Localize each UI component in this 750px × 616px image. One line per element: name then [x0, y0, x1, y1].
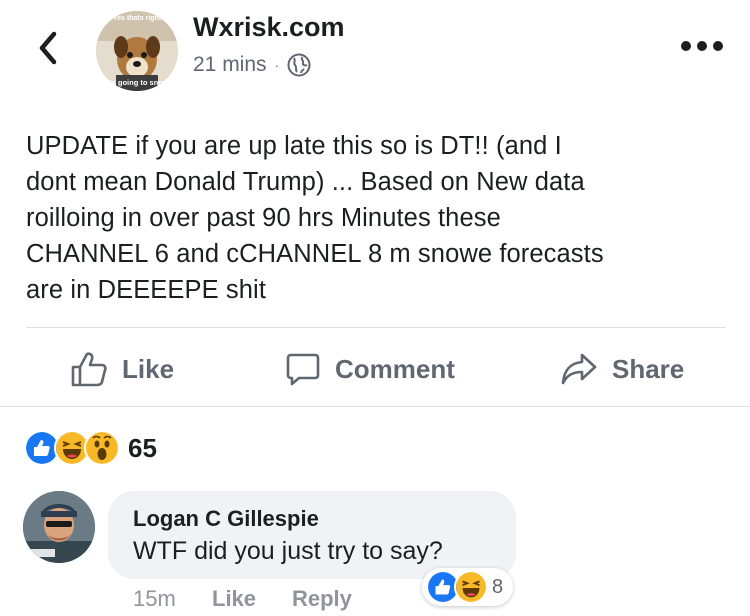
globe-icon — [287, 53, 311, 77]
svg-text:It's going to snow: It's going to snow — [105, 78, 169, 87]
comment-reaction-count: 8 — [492, 575, 504, 598]
comment-label: Comment — [335, 353, 455, 384]
reactions-summary[interactable]: 65 — [24, 430, 157, 466]
share-arrow-icon — [561, 353, 597, 385]
meta-separator: · — [274, 57, 280, 73]
comment-author[interactable]: Logan C Gillespie — [133, 506, 319, 532]
post-text: UPDATE if you are up late this so is DT!… — [26, 132, 604, 304]
post-meta: 21 mins · — [193, 53, 311, 77]
back-button[interactable] — [34, 30, 64, 66]
reaction-count: 65 — [128, 432, 157, 463]
comment-time: 15m — [133, 586, 176, 611]
commenter-avatar[interactable] — [23, 491, 95, 563]
thumbs-up-icon — [71, 352, 107, 387]
more-options-button[interactable] — [680, 36, 724, 56]
page-name[interactable]: Wxrisk.com — [193, 12, 345, 43]
comment-reactions[interactable]: 8 — [422, 568, 514, 606]
comment-button[interactable]: Comment — [285, 345, 455, 393]
comment-like-button[interactable]: Like — [212, 586, 256, 612]
divider — [0, 406, 750, 407]
chevron-left-icon — [39, 31, 57, 65]
wow-icon — [84, 430, 120, 466]
more-dots-icon — [681, 41, 723, 51]
share-label: Share — [612, 353, 685, 384]
comment-bubble-icon — [286, 353, 320, 386]
post-time[interactable]: 21 mins — [193, 53, 267, 77]
commenter-photo — [23, 491, 95, 563]
dog-meme-image: Yes thats right It's going to snow — [96, 11, 178, 91]
page-avatar[interactable]: Yes thats right It's going to snow — [96, 11, 178, 91]
share-button[interactable]: Share — [560, 345, 684, 393]
haha-icon — [454, 570, 488, 604]
comment-reply-button[interactable]: Reply — [292, 586, 352, 612]
like-label: Like — [122, 353, 175, 384]
like-button[interactable]: Like — [70, 345, 174, 393]
comment-text: WTF did you just try to say? — [133, 537, 443, 565]
svg-text:Yes thats right: Yes thats right — [113, 15, 162, 22]
divider — [26, 327, 726, 328]
